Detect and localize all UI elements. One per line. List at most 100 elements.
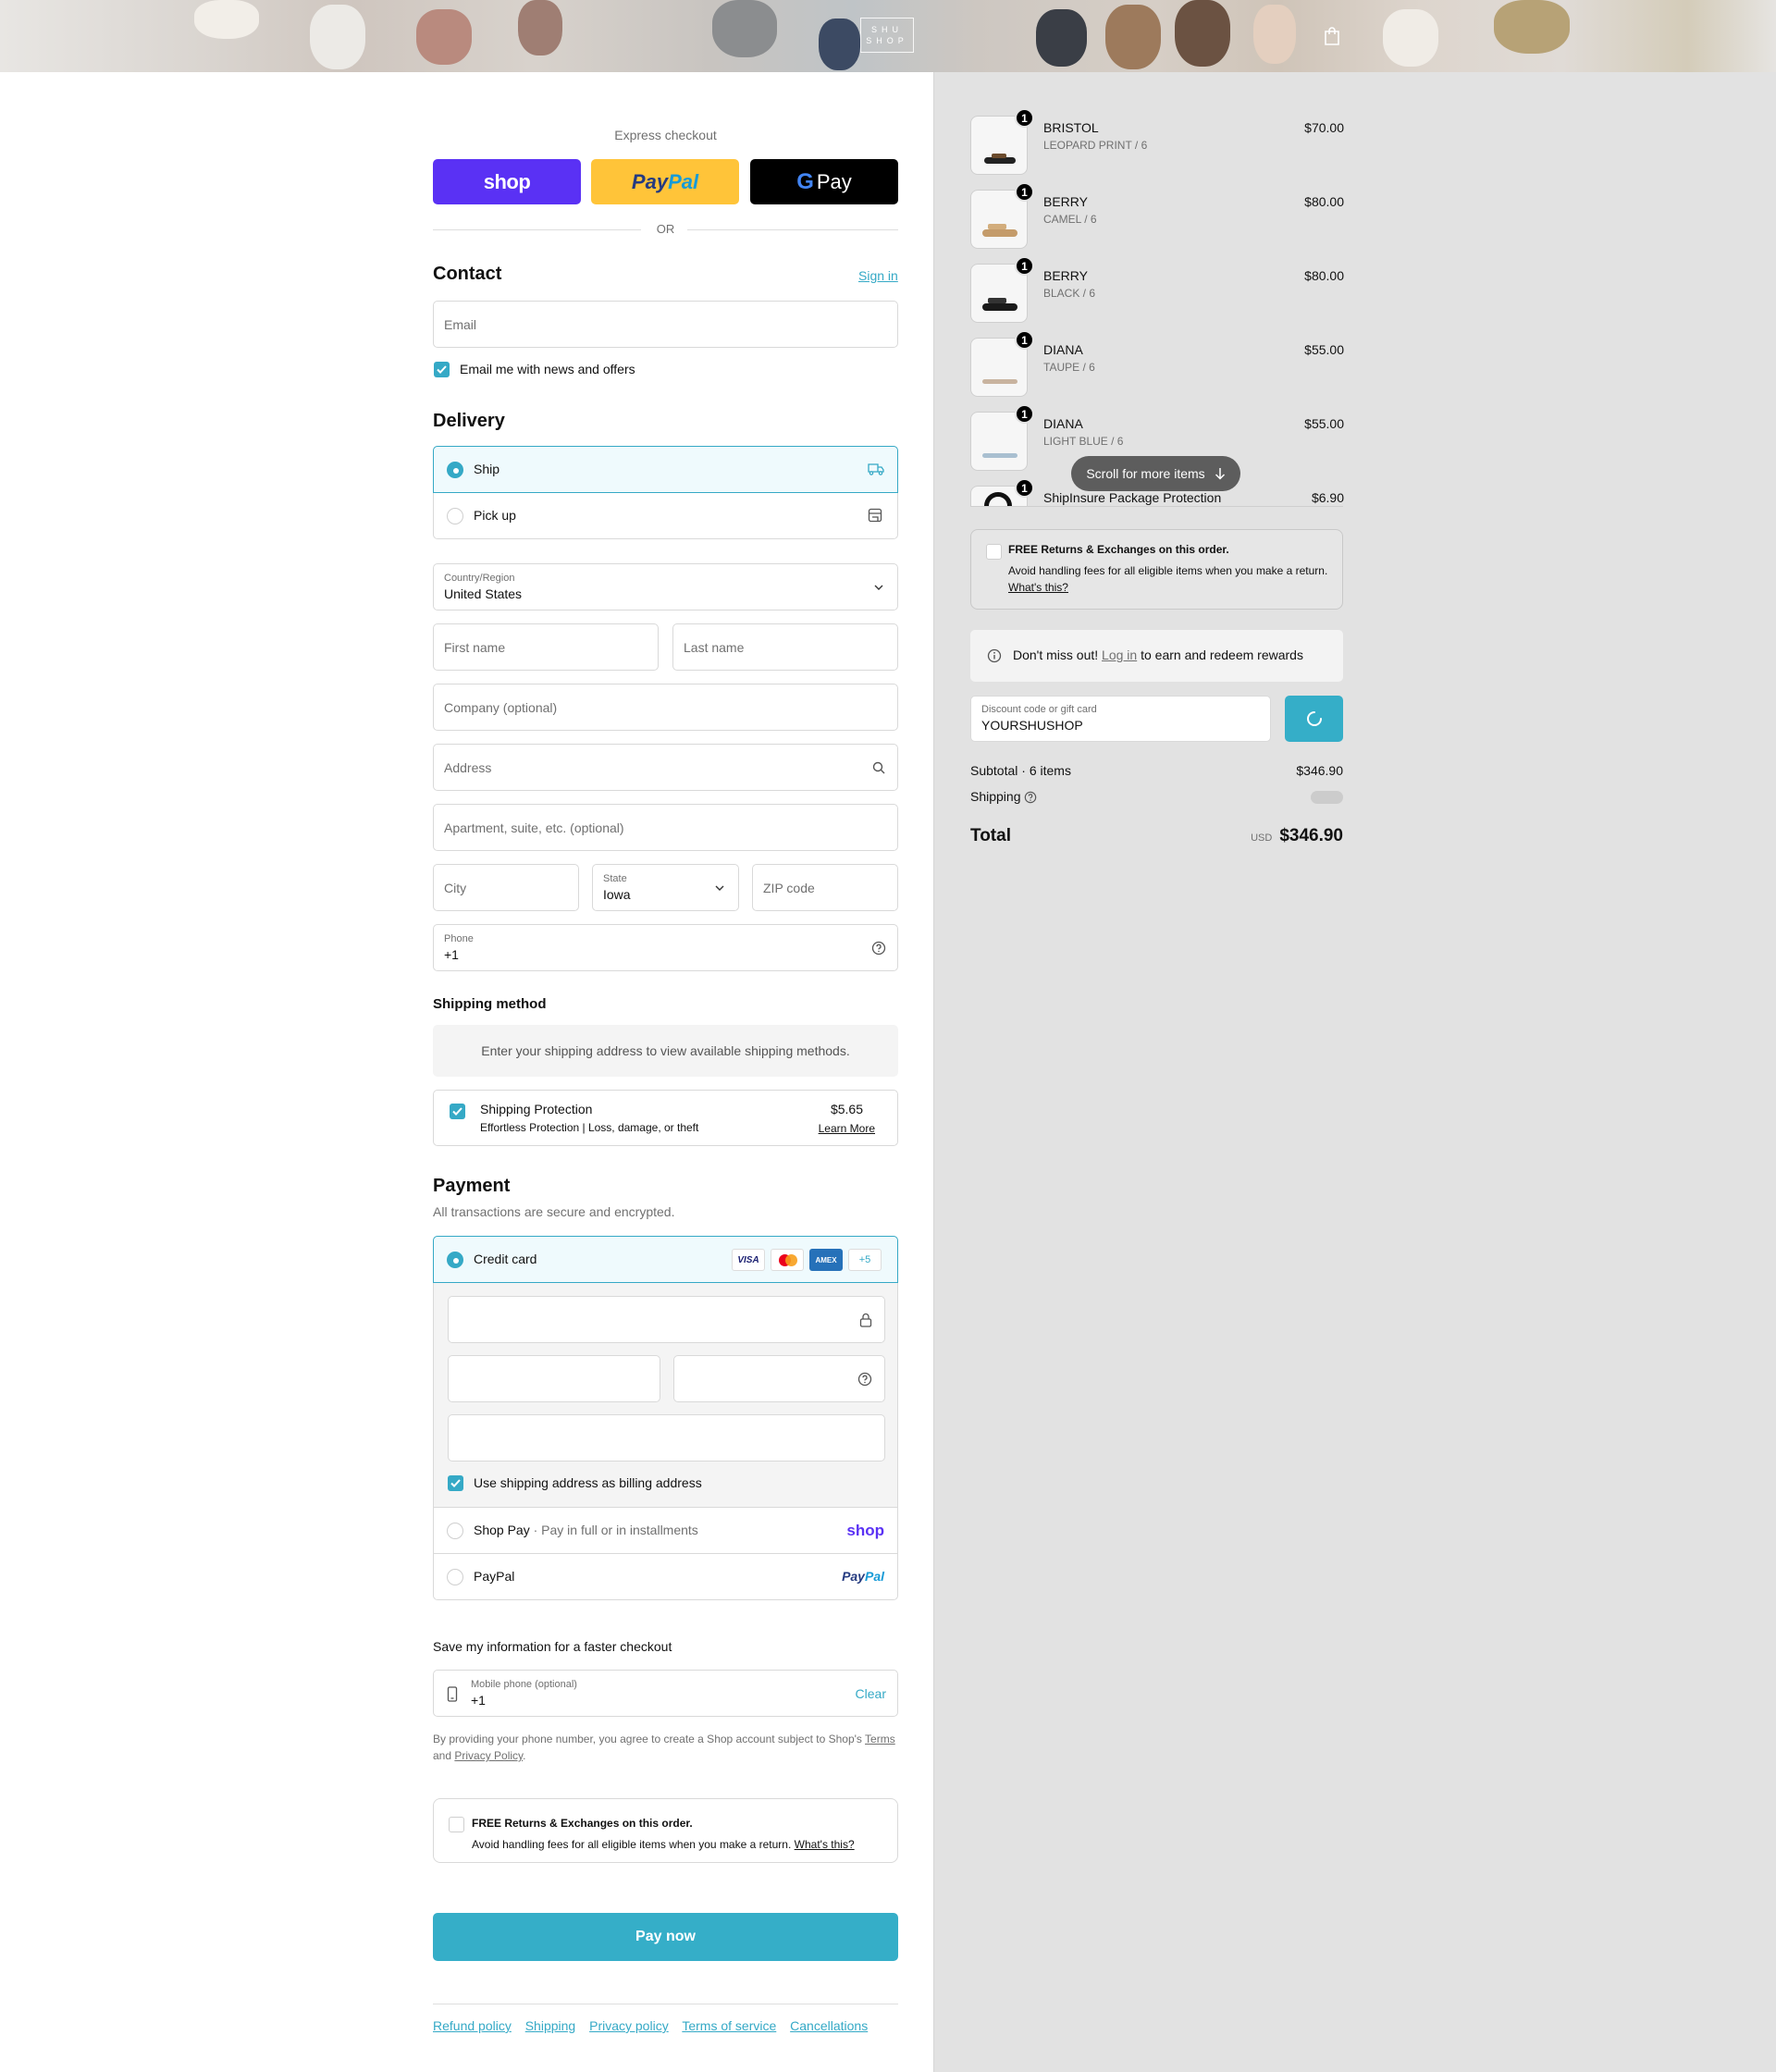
whats-this-link[interactable]: What's this?: [795, 1838, 855, 1851]
shipping-protection-checkbox[interactable]: [450, 1104, 465, 1119]
rewards-prefix: Don't miss out!: [1013, 648, 1099, 662]
summary-free-returns-checkbox[interactable]: [986, 544, 1002, 560]
quantity-badge: 1: [1015, 479, 1034, 498]
card-expiry-field[interactable]: [448, 1355, 660, 1402]
chevron-down-icon: [715, 885, 724, 891]
footer-link-refund-policy[interactable]: Refund policy: [433, 2018, 512, 2033]
last-name-placeholder: Last name: [684, 640, 745, 655]
ship-radio[interactable]: [447, 462, 463, 478]
first-name-field[interactable]: First name: [433, 623, 659, 671]
shop-pay-note: Pay in full or in installments: [541, 1523, 698, 1537]
footer-link-terms-of-service[interactable]: Terms of service: [682, 2018, 776, 2033]
scroll-more-label: Scroll for more items: [1086, 466, 1205, 481]
checkmark-icon: [452, 1107, 462, 1116]
apply-discount-button[interactable]: [1285, 696, 1343, 742]
clear-phone-button[interactable]: Clear: [856, 1686, 886, 1701]
list-item: 1 BERRY CAMEL / 6 $80.00: [970, 182, 1344, 249]
city-placeholder: City: [444, 881, 467, 895]
items-divider: [970, 506, 1343, 507]
item-variant: LEOPARD PRINT / 6: [1043, 139, 1148, 152]
quantity-badge: 1: [1015, 108, 1034, 128]
shop-terms-link[interactable]: Terms: [865, 1733, 895, 1745]
gpay-label: Pay: [816, 169, 852, 193]
city-field[interactable]: City: [433, 864, 579, 911]
or-divider: OR: [433, 220, 898, 239]
zip-field[interactable]: ZIP code: [752, 864, 898, 911]
company-field[interactable]: Company (optional): [433, 684, 898, 731]
mobile-phone-value: +1: [471, 1693, 486, 1708]
discount-label: Discount code or gift card: [981, 704, 1097, 715]
phone-value: +1: [444, 947, 459, 962]
payment-option-shop-pay[interactable]: Shop Pay · Pay in full or in installment…: [434, 1507, 897, 1553]
credit-card-radio[interactable]: [447, 1252, 463, 1268]
paypal-radio[interactable]: [447, 1569, 463, 1585]
email-field[interactable]: Email: [433, 301, 898, 348]
apartment-field[interactable]: Apartment, suite, etc. (optional): [433, 804, 898, 851]
footer-link-cancellations[interactable]: Cancellations: [790, 2018, 868, 2033]
delivery-option-ship[interactable]: Ship: [433, 446, 898, 493]
footer-link-shipping[interactable]: Shipping: [525, 2018, 576, 2033]
delivery-options: Ship Pick up: [433, 446, 898, 539]
shop-legal-text: By providing your phone number, you agre…: [433, 1731, 898, 1764]
rewards-login-link[interactable]: Log in: [1102, 648, 1137, 662]
apartment-placeholder: Apartment, suite, etc. (optional): [444, 820, 624, 835]
subtotal-label: Subtotal · 6 items: [970, 763, 1071, 778]
shipping-method-notice: Enter your shipping address to view avai…: [433, 1025, 898, 1077]
shop-pay-label-group: Shop Pay · Pay in full or in installment…: [474, 1523, 698, 1537]
legal-text-and: and: [433, 1749, 452, 1762]
pickup-radio[interactable]: [447, 508, 463, 524]
mobile-phone-field[interactable]: Mobile phone (optional) +1 Clear: [433, 1670, 898, 1717]
footer-link-privacy-policy[interactable]: Privacy policy: [589, 2018, 669, 2033]
payment-subheading: All transactions are secure and encrypte…: [433, 1204, 675, 1219]
paypal-small-logo: PayPal: [842, 1569, 884, 1584]
billing-address-checkbox[interactable]: [448, 1475, 463, 1491]
item-name: DIANA: [1043, 416, 1083, 431]
state-select[interactable]: State Iowa: [592, 864, 739, 911]
mobile-phone-icon: [447, 1686, 458, 1702]
country-select[interactable]: Country/Region United States: [433, 563, 898, 610]
paypal-express-button[interactable]: PayPal: [591, 159, 739, 204]
banner-shoe-image: [518, 0, 562, 56]
card-name-field[interactable]: [448, 1414, 885, 1462]
learn-more-link[interactable]: Learn More: [819, 1122, 875, 1135]
free-returns-checkbox[interactable]: [449, 1817, 464, 1832]
delivery-option-pickup[interactable]: Pick up: [434, 493, 897, 539]
card-fields-area: Use shipping address as billing address: [434, 1283, 897, 1507]
email-placeholder: Email: [444, 317, 477, 332]
card-cvv-field[interactable]: [673, 1355, 885, 1402]
pickup-label: Pick up: [474, 508, 516, 523]
item-name: BERRY: [1043, 194, 1088, 209]
total-label: Total: [970, 826, 1011, 845]
discount-code-field[interactable]: Discount code or gift card YOURSHUSHOP: [970, 696, 1271, 742]
express-checkout-title: Express checkout: [614, 128, 717, 142]
address-field[interactable]: Address: [433, 744, 898, 791]
quantity-badge: 1: [1015, 330, 1034, 350]
pay-now-button[interactable]: Pay now: [433, 1913, 898, 1961]
shop-pay-express-button[interactable]: shop: [433, 159, 581, 204]
summary-whats-this-link[interactable]: What's this?: [1008, 581, 1068, 594]
item-variant: TAUPE / 6: [1043, 361, 1095, 374]
shopping-bag-icon[interactable]: [1323, 26, 1341, 46]
shop-pay-radio[interactable]: [447, 1523, 463, 1539]
shushop-logo[interactable]: SHU SHOP: [860, 18, 914, 53]
credit-card-label: Credit card: [474, 1252, 537, 1266]
payment-option-credit-card[interactable]: Credit card VISA AMEX +5: [433, 1236, 898, 1283]
more-cards-badge: +5: [848, 1249, 882, 1271]
phone-field[interactable]: Phone +1: [433, 924, 898, 971]
last-name-field[interactable]: Last name: [672, 623, 898, 671]
help-circle-icon[interactable]: [857, 1372, 872, 1387]
protection-price: $5.65: [830, 1102, 863, 1116]
news-label: Email me with news and offers: [460, 362, 635, 376]
total-amount: USD $346.90: [1251, 826, 1343, 846]
card-number-field[interactable]: [448, 1296, 885, 1343]
news-checkbox[interactable]: [434, 362, 450, 377]
help-circle-icon[interactable]: [871, 941, 886, 956]
shop-privacy-link[interactable]: Privacy Policy: [454, 1749, 523, 1762]
payment-option-paypal[interactable]: PayPal PayPal: [434, 1553, 897, 1599]
save-info-heading: Save my information for a faster checkou…: [433, 1639, 672, 1654]
google-pay-express-button[interactable]: G Pay: [750, 159, 898, 204]
scroll-more-items-button[interactable]: Scroll for more items: [1071, 456, 1240, 491]
item-price: $6.90: [1311, 490, 1344, 505]
help-circle-icon[interactable]: [1024, 791, 1037, 804]
sign-in-link[interactable]: Sign in: [858, 268, 898, 283]
